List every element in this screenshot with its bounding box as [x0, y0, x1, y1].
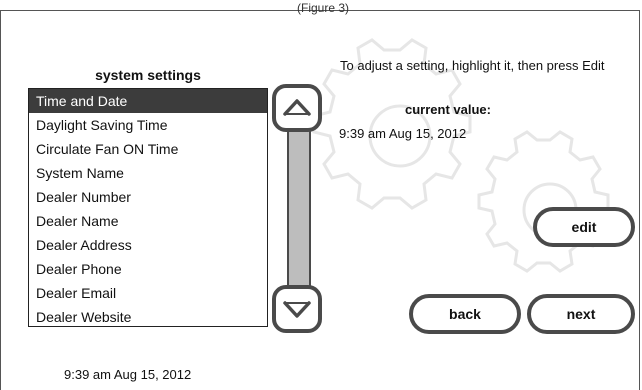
scroll-down-button[interactable]	[272, 285, 322, 333]
list-item-dealer-number[interactable]: Dealer Number	[29, 185, 267, 209]
status-time: 9:39 am Aug 15, 2012	[64, 367, 192, 382]
list-item-dealer-name[interactable]: Dealer Name	[29, 209, 267, 233]
settings-list: Time and Date Daylight Saving Time Circu…	[28, 88, 268, 327]
list-item-dealer-website[interactable]: Dealer Website	[29, 305, 267, 329]
list-item-dealer-email[interactable]: Dealer Email	[29, 281, 267, 305]
list-item-circulate-fan-on-time[interactable]: Circulate Fan ON Time	[29, 137, 267, 161]
back-button[interactable]: back	[409, 294, 521, 334]
chevron-down-icon	[283, 301, 311, 318]
list-item-time-and-date[interactable]: Time and Date	[29, 89, 267, 113]
list-item-daylight-saving-time[interactable]: Daylight Saving Time	[29, 113, 267, 137]
edit-button[interactable]: edit	[533, 207, 635, 247]
chevron-up-icon	[283, 99, 311, 116]
next-button[interactable]: next	[527, 294, 635, 334]
list-item-dealer-phone[interactable]: Dealer Phone	[29, 257, 267, 281]
list-item-system-name[interactable]: System Name	[29, 161, 267, 185]
current-value-label: current value:	[405, 102, 491, 117]
scroll-up-button[interactable]	[272, 84, 322, 132]
list-title: system settings	[95, 67, 201, 83]
current-value: 9:39 am Aug 15, 2012	[339, 126, 467, 141]
figure-caption: (Figure 3)	[297, 1, 350, 15]
gear-watermark-icon	[312, 38, 610, 273]
instruction-text: To adjust a setting, highlight it, then …	[340, 58, 605, 73]
list-item-dealer-address[interactable]: Dealer Address	[29, 233, 267, 257]
